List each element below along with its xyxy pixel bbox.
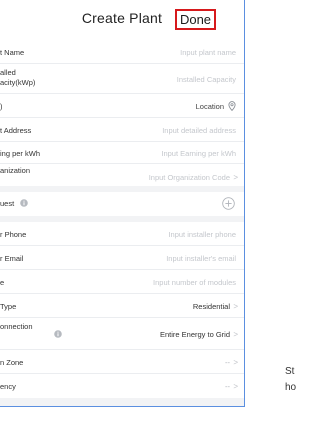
info-icon[interactable]	[54, 330, 62, 338]
side-text-line2: ho	[285, 382, 297, 393]
modules-label: e	[0, 278, 5, 287]
installer-email-row[interactable]: r Email Input installer's email	[0, 246, 244, 270]
grid-connection-label: onnection	[0, 322, 33, 331]
chevron-right-icon: >	[233, 382, 238, 391]
organization-row[interactable]: anization Input Organization Code >	[0, 164, 244, 186]
add-icon[interactable]	[222, 197, 235, 210]
chevron-right-icon: >	[233, 173, 238, 182]
time-zone-select[interactable]: --	[225, 358, 230, 368]
done-button[interactable]: Done	[175, 9, 216, 30]
plant-name-label: t Name	[0, 48, 25, 57]
modules-row[interactable]: e Input number of modules	[0, 270, 244, 294]
currency-row[interactable]: ency -- >	[0, 374, 244, 398]
location-pin-icon[interactable]	[228, 101, 236, 111]
address-input[interactable]: Input detailed address	[162, 126, 236, 136]
guest-row[interactable]: uest	[0, 192, 244, 216]
chevron-right-icon: >	[233, 330, 238, 339]
location-row[interactable]: ) Location	[0, 94, 244, 118]
chevron-right-icon: >	[233, 358, 238, 367]
currency-label: ency	[0, 382, 16, 391]
time-zone-label: n Zone	[0, 358, 24, 367]
installed-capacity-label-line2: acity(kWp)	[0, 78, 36, 87]
installer-info-group: r Phone Input installer phone r Email In…	[0, 222, 244, 398]
chevron-right-icon: >	[233, 302, 238, 311]
earning-row[interactable]: ing per kWh Input Earning per kWh	[0, 142, 244, 164]
installer-phone-input[interactable]: Input installer phone	[168, 230, 236, 240]
info-icon[interactable]	[20, 199, 28, 207]
guest-label: uest	[0, 199, 15, 208]
plant-info-group: t Name Input plant name alled acity(kWp)…	[0, 40, 244, 186]
location-value: Location	[195, 102, 224, 111]
earning-label: ing per kWh	[0, 149, 41, 158]
organization-input[interactable]: Input Organization Code	[149, 173, 230, 183]
location-label: )	[0, 102, 3, 111]
grid-connection-select[interactable]: Entire Energy to Grid	[160, 330, 230, 340]
currency-select[interactable]: --	[225, 382, 230, 392]
earning-input[interactable]: Input Earning per kWh	[161, 149, 236, 159]
address-label: t Address	[0, 126, 32, 135]
modules-input[interactable]: Input number of modules	[153, 278, 236, 288]
guest-group: uest	[0, 192, 244, 216]
address-row[interactable]: t Address Input detailed address	[0, 118, 244, 142]
navigation-bar: Create Plant Done	[0, 0, 244, 40]
plant-name-row[interactable]: t Name Input plant name	[0, 40, 244, 64]
plant-type-row[interactable]: Type Residential >	[0, 294, 244, 318]
installer-phone-row[interactable]: r Phone Input installer phone	[0, 222, 244, 246]
grid-connection-row[interactable]: onnection Entire Energy to Grid >	[0, 318, 244, 350]
plant-type-select[interactable]: Residential	[193, 302, 230, 312]
organization-label: anization	[0, 166, 31, 175]
installer-email-input[interactable]: Input installer's email	[166, 254, 236, 264]
installed-capacity-label: alled	[0, 68, 16, 77]
installer-phone-label: r Phone	[0, 230, 27, 239]
plant-type-label: Type	[0, 302, 17, 311]
time-zone-row[interactable]: n Zone -- >	[0, 350, 244, 374]
plant-name-input[interactable]: Input plant name	[180, 48, 236, 58]
installed-capacity-row[interactable]: alled acity(kWp) Installed Capacity	[0, 64, 244, 94]
installer-email-label: r Email	[0, 254, 24, 263]
phone-screen: Create Plant Done t Name Input plant nam…	[0, 0, 245, 407]
installed-capacity-input[interactable]: Installed Capacity	[177, 75, 236, 85]
side-text-line1: St	[285, 366, 295, 377]
